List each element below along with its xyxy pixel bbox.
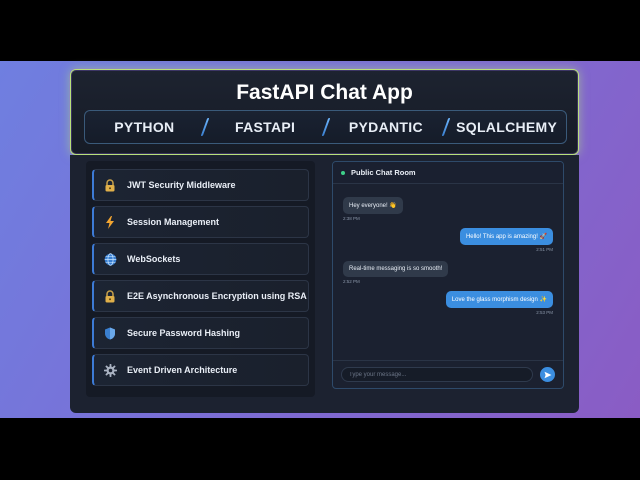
main-card: JWT Security Middleware Session Manageme… [70, 155, 579, 413]
feature-label: Session Management [127, 217, 220, 227]
feature-list: JWT Security Middleware Session Manageme… [86, 161, 315, 397]
feature-label: E2E Asynchronous Encryption using RSA [127, 291, 307, 301]
online-indicator [341, 170, 345, 175]
chat-header: Public Chat Room [333, 162, 563, 184]
feature-item: JWT Security Middleware [92, 169, 309, 201]
feature-label: WebSockets [127, 254, 181, 264]
feature-item: WebSockets [92, 243, 309, 275]
message-composer [333, 360, 563, 388]
app-title: FastAPI Chat App [236, 81, 413, 104]
feature-item: Secure Password Hashing [92, 317, 309, 349]
header-card: FastAPI Chat App PYTHON FASTAPI PYDANTIC… [70, 69, 579, 155]
tech-item: FASTAPI [235, 119, 296, 135]
feature-item: Session Management [92, 206, 309, 238]
chat-room-title: Public Chat Room [351, 168, 416, 177]
feature-item: E2E Asynchronous Encryption using RSA [92, 280, 309, 312]
message-bubble: Hey everyone! 👋 [343, 197, 403, 214]
tech-item: SQLALCHEMY [456, 119, 558, 135]
message-incoming: Real-time messaging is so smooth! 2:52 P… [343, 257, 449, 284]
message-list: Hey everyone! 👋 2:38 PM Hello! This app … [333, 184, 563, 362]
lightning-icon [102, 214, 118, 230]
lock-icon [102, 288, 118, 304]
shield-icon [102, 325, 118, 341]
message-outgoing: Love the glass morphism design ✨ 2:53 PM [445, 288, 553, 315]
message-time: 2:38 PM [343, 216, 360, 221]
message-bubble: Love the glass morphism design ✨ [445, 291, 553, 308]
message-time: 2:52 PM [343, 279, 360, 284]
message-time: 2:53 PM [536, 310, 553, 315]
lock-icon [102, 177, 118, 193]
gear-icon [102, 362, 118, 378]
feature-item: Event Driven Architecture [92, 354, 309, 386]
message-outgoing: Hello! This app is amazing! 🚀 2:51 PM [459, 225, 553, 252]
feature-label: Event Driven Architecture [127, 365, 238, 375]
message-time: 2:51 PM [536, 247, 553, 252]
chat-panel: Public Chat Room Hey everyone! 👋 2:38 PM… [332, 161, 564, 389]
message-bubble: Real-time messaging is so smooth! [343, 261, 449, 277]
tech-item: PYTHON [114, 119, 175, 135]
message-input[interactable] [341, 367, 533, 382]
feature-label: Secure Password Hashing [127, 328, 241, 338]
message-incoming: Hey everyone! 👋 2:38 PM [343, 194, 403, 221]
feature-label: JWT Security Middleware [127, 180, 236, 190]
globe-icon [102, 251, 118, 267]
tech-stack-bar: PYTHON FASTAPI PYDANTIC SQLALCHEMY [84, 110, 567, 144]
send-icon [544, 371, 551, 378]
tech-item: PYDANTIC [348, 119, 423, 135]
message-bubble: Hello! This app is amazing! 🚀 [459, 228, 553, 245]
send-button[interactable] [540, 367, 555, 382]
